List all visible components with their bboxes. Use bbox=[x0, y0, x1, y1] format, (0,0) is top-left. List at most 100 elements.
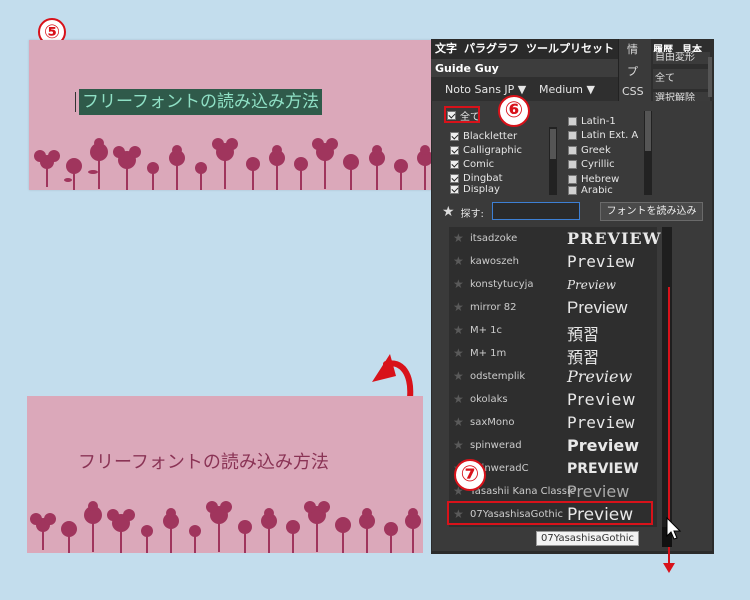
checkbox[interactable] bbox=[568, 186, 577, 195]
search-label: 探す: bbox=[460, 208, 484, 220]
font-panel: 文字 パラグラフ ツールプリセット Guide Guy Noto Sans JP… bbox=[431, 39, 714, 573]
side-item-info[interactable]: 情 bbox=[627, 41, 638, 57]
category-cyrillic[interactable]: Cyrillic bbox=[568, 157, 615, 171]
side-item-p[interactable]: プ bbox=[627, 63, 638, 79]
checkbox[interactable] bbox=[568, 130, 577, 140]
font-preview: Preview bbox=[567, 482, 630, 501]
font-preview: PREVIEW bbox=[567, 229, 662, 248]
category-latin-ext-a[interactable]: Latin Ext. A bbox=[568, 128, 638, 142]
category-calligraphic[interactable]: Calligraphic bbox=[450, 143, 522, 157]
star-icon[interactable]: ★ bbox=[453, 392, 464, 406]
checkbox[interactable] bbox=[568, 116, 577, 126]
category-comic[interactable]: Comic bbox=[450, 157, 494, 171]
font-preview: Preview bbox=[567, 367, 633, 386]
star-icon[interactable]: ★ bbox=[453, 346, 464, 360]
search-input[interactable] bbox=[492, 202, 580, 220]
highlight-box bbox=[444, 106, 480, 123]
category-label: Calligraphic bbox=[463, 144, 522, 156]
side-item-css[interactable]: CSS bbox=[622, 85, 644, 98]
category-label: Latin Ext. A bbox=[581, 129, 639, 141]
checkbox[interactable] bbox=[568, 159, 577, 169]
font-selector-row: Noto Sans JP ▼ Medium ▼ bbox=[431, 77, 618, 101]
category-latin1[interactable]: Latin-1 bbox=[568, 114, 616, 128]
step-7-badge: ⑦ bbox=[454, 459, 486, 491]
checkbox[interactable] bbox=[450, 131, 459, 141]
tab-paragraph[interactable]: パラグラフ bbox=[464, 39, 519, 59]
font-item[interactable]: ★ okolaks Preview bbox=[449, 388, 657, 411]
font-item[interactable]: ★ M+ 1m 預習 bbox=[449, 342, 657, 367]
star-icon[interactable]: ★ bbox=[453, 415, 464, 429]
category-dingbat[interactable]: Dingbat bbox=[450, 171, 503, 185]
history-item[interactable]: 全て bbox=[653, 69, 710, 89]
history-item[interactable]: 選択解除 bbox=[653, 92, 710, 101]
load-font-button[interactable]: フォントを読み込み bbox=[600, 202, 703, 221]
category-scrollbar[interactable] bbox=[644, 111, 652, 195]
star-icon[interactable]: ★ bbox=[453, 323, 464, 337]
star-icon[interactable]: ★ bbox=[453, 231, 464, 245]
category-hebrew[interactable]: Hebrew bbox=[568, 172, 619, 186]
font-name: M+ 1m bbox=[470, 348, 507, 359]
scroll-thumb[interactable] bbox=[645, 111, 651, 151]
tab-character[interactable]: 文字 bbox=[435, 39, 457, 59]
text-caret bbox=[75, 92, 76, 112]
category-scrollbar[interactable] bbox=[549, 127, 557, 195]
font-name: konstytucyja bbox=[470, 279, 534, 290]
checkbox[interactable] bbox=[450, 159, 459, 169]
category-blackletter[interactable]: Blackletter bbox=[450, 129, 517, 143]
star-icon[interactable]: ★ bbox=[442, 204, 455, 220]
checkbox[interactable] bbox=[450, 173, 459, 183]
flower-pattern bbox=[30, 501, 421, 553]
category-label: Greek bbox=[581, 144, 611, 156]
checkbox[interactable] bbox=[450, 185, 459, 194]
search-row: ★ 探す: bbox=[442, 201, 484, 223]
font-item[interactable]: ★ konstytucyja Preview bbox=[449, 273, 657, 296]
banner-before: フリーフォントの読み込み方法 bbox=[29, 40, 438, 190]
font-name: saxMono bbox=[470, 417, 515, 428]
star-icon[interactable]: ★ bbox=[453, 369, 464, 383]
font-name: odstemplik bbox=[470, 371, 526, 382]
font-preview: Preview bbox=[567, 252, 635, 271]
font-item[interactable]: ★ spinwerad Preview bbox=[449, 434, 657, 457]
font-item[interactable]: ★ mirror 82 Preview bbox=[449, 296, 657, 319]
category-arabic[interactable]: Arabic bbox=[568, 186, 613, 195]
font-name: kawoszeh bbox=[470, 256, 519, 267]
category-greek[interactable]: Greek bbox=[568, 143, 611, 157]
font-name: spinwerad bbox=[470, 440, 522, 451]
flower-pattern bbox=[34, 138, 433, 190]
category-label: Arabic bbox=[581, 186, 613, 195]
font-weight-select[interactable]: Medium ▼ bbox=[539, 83, 595, 96]
mouse-cursor-icon bbox=[666, 517, 682, 540]
font-preview: Preview bbox=[567, 298, 628, 317]
font-list-scrollbar[interactable] bbox=[662, 227, 672, 527]
star-icon[interactable]: ★ bbox=[453, 300, 464, 314]
history-scrollbar[interactable] bbox=[708, 57, 712, 97]
category-label: Blackletter bbox=[463, 130, 518, 142]
star-icon[interactable]: ★ bbox=[453, 254, 464, 268]
font-browser: 全て ⑥ Blackletter Calligraphic Comic Ding… bbox=[432, 95, 712, 573]
font-item[interactable]: ★ odstemplik Preview bbox=[449, 365, 657, 388]
history-item[interactable]: 自由変形 bbox=[653, 52, 710, 64]
font-item[interactable]: ★ M+ 1c 預習 bbox=[449, 319, 657, 344]
category-display[interactable]: Display bbox=[450, 185, 500, 194]
category-label: Latin-1 bbox=[581, 115, 616, 127]
font-item[interactable]: ★ saxMono Preview bbox=[449, 411, 657, 434]
tab-guide-guy[interactable]: Guide Guy bbox=[435, 62, 499, 75]
checkbox[interactable] bbox=[450, 145, 459, 155]
banner-title: フリーフォントの読み込み方法 bbox=[78, 452, 329, 473]
star-icon[interactable]: ★ bbox=[453, 277, 464, 291]
category-label: Hebrew bbox=[581, 173, 620, 185]
font-tooltip: 07YasashisaGothic bbox=[536, 531, 639, 546]
tab-tool-presets[interactable]: ツールプリセット bbox=[526, 39, 614, 59]
font-item[interactable]: ★ kawoszeh Preview bbox=[449, 250, 657, 273]
checkbox[interactable] bbox=[568, 174, 577, 184]
scroll-thumb[interactable] bbox=[550, 129, 556, 159]
banner-title-selected[interactable]: フリーフォントの読み込み方法 bbox=[79, 89, 322, 115]
checkbox[interactable] bbox=[568, 145, 577, 155]
font-name: Yasashii Kana Classic bbox=[470, 486, 576, 497]
font-preview: PREVIEW bbox=[567, 461, 639, 477]
guide-bar: Guide Guy bbox=[431, 59, 618, 77]
font-preview: Preview bbox=[567, 390, 637, 409]
font-item[interactable]: ★ itsadzoke PREVIEW bbox=[449, 227, 661, 250]
category-label: Display bbox=[463, 185, 500, 194]
star-icon[interactable]: ★ bbox=[453, 438, 464, 452]
